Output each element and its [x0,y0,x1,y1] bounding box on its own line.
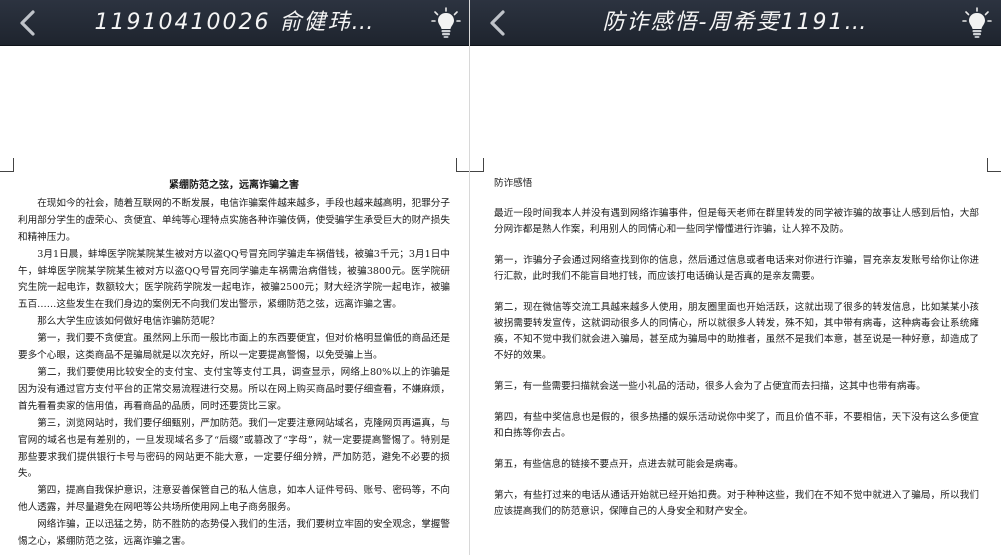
doc-paragraph: 第六，有些打过来的电话从通话开始就已经开始扣费。对于种种这些，我们在不知不觉中就… [494,490,979,517]
doc-paragraph: 第三，浏览网站时，我们要仔细甄别，严加防范。我们一定要注意网站域名，克隆网页再逼… [18,417,450,480]
doc-paragraph: 在现如今的社会，随着互联网的不断发展，电信诈骗案件越来越多，手段也越来越高明，犯… [18,197,450,243]
doc-paragraph: 第四，提高自我保护意识，注意妥善保管自己的私人信息，如本人证件号码、账号、密码等… [18,485,450,514]
left-top-bar: 11910410026 俞健玮… [0,0,470,46]
page-corner-mark [470,158,484,172]
doc-paragraph: 那么大学生应该如何做好电信诈骗防范呢？ [37,316,220,328]
chevron-left-icon [490,10,505,36]
doc-paragraph: 最近一段时间我本人并没有遇到网络诈骗事件，但是每天老师在群里转发的同学被诈骗的故… [494,208,979,235]
right-back-button[interactable] [480,6,514,40]
left-back-button[interactable] [10,6,44,40]
doc-paragraph: 第二，我们要使用比较安全的支付宝、支付宝等支付工具，调查显示，网络上80%以上的… [18,366,450,412]
doc-paragraph: 3月1日晨，蚌埠医学院某院某生被对方以盗QQ号冒充同学骗走车祸借钱，被骗3千元；… [18,248,450,311]
right-top-bar: 防诈感悟-周希雯1191… [470,0,1001,46]
page-corner-mark [0,158,14,172]
doc-paragraph: 第四，有些中奖信息也是假的，很多热播的娱乐活动说你中奖了，而且价值不菲，不要相信… [494,412,979,439]
doc-paragraph: 第二，现在微信等交流工具越来越多人使用，朋友圈里面也开始活跃，这就出现了很多的转… [494,302,979,361]
light-bulb-icon [431,7,461,38]
left-document-title: 11910410026 俞健玮… [94,10,376,35]
doc-paragraph: 第五，有些信息的链接不要点开，点进去就可能会是病毒。 [494,459,744,470]
doc-heading: 紧绷防范之弦，远离诈骗之害 [169,180,299,191]
page-corner-mark [987,158,1001,172]
right-document-title: 防诈感悟-周希雯1191… [602,10,869,35]
left-light-toggle-button[interactable] [428,4,464,42]
right-light-toggle-button[interactable] [959,4,995,42]
chevron-left-icon [20,10,35,36]
doc-paragraph: 网络诈骗，正以迅猛之势，防不胜防的态势侵入我们的生活，我们要树立牢固的安全观念，… [18,519,450,548]
doc-heading: 防诈感悟 [494,178,533,189]
doc-paragraph: 第一，我们要不贪便宜。虽然网上乐而一般比市面上的东西要便宜，但对价格明显偏低的商… [18,333,450,362]
left-document-pane: 11910410026 俞健玮… 紧绷防范之弦，远离诈骗之害 在现如今的社会，随… [0,0,470,555]
left-document-body: 紧绷防范之弦，远离诈骗之害 在现如今的社会，随着互联网的不断发展，电信诈骗案件越… [18,178,450,551]
page-corner-mark [456,158,470,172]
light-bulb-icon [962,7,992,38]
doc-paragraph: 第三，有一些需要扫描就会送一些小礼品的活动，很多人会为了占便宜而去扫描，这其中也… [494,381,926,392]
doc-paragraph: 第一，诈骗分子会通过网络查找到你的信息，然后通过信息或者电话来对你进行诈骗，冒充… [494,255,979,282]
right-document-pane: 防诈感悟-周希雯1191… 防诈感悟 最近一段时间我本人并没有遇到网络诈骗事件，… [470,0,1001,555]
right-document-body: 防诈感悟 最近一段时间我本人并没有遇到网络诈骗事件，但是每天老师在群里转发的同学… [494,176,979,535]
